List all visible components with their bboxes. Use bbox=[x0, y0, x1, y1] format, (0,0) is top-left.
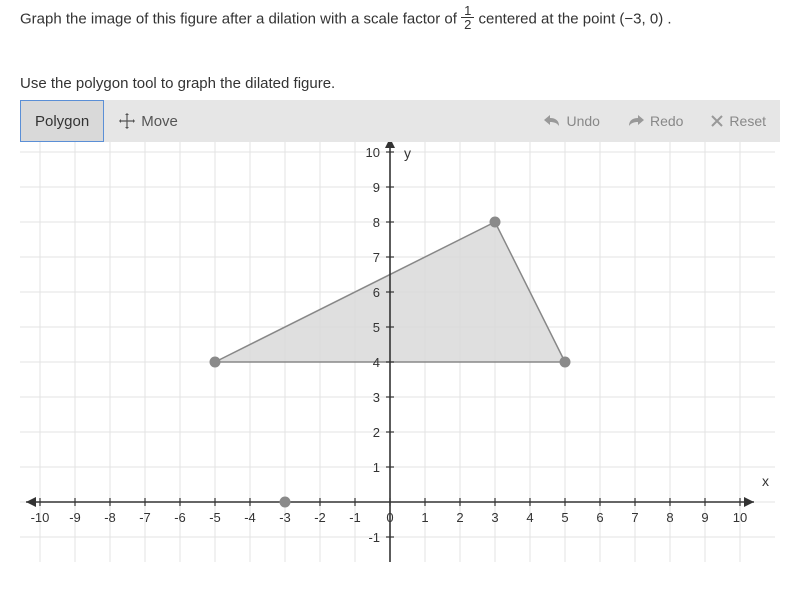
polygon-tool-button[interactable]: Polygon bbox=[20, 100, 104, 142]
reset-icon bbox=[711, 115, 723, 127]
x-tick-label: 6 bbox=[596, 510, 603, 525]
undo-button[interactable]: Undo bbox=[530, 100, 613, 142]
y-tick-label: 2 bbox=[373, 425, 380, 440]
y-tick-label: 5 bbox=[373, 320, 380, 335]
redo-label: Redo bbox=[650, 113, 683, 129]
y-tick-label: -1 bbox=[368, 530, 380, 545]
question-suffix: centered at the point (−3, 0) . bbox=[478, 10, 671, 27]
undo-icon bbox=[544, 115, 560, 127]
x-tick-label: 7 bbox=[631, 510, 638, 525]
fraction-numerator: 1 bbox=[461, 4, 474, 17]
x-tick-label: -8 bbox=[104, 510, 116, 525]
x-tick-label: 2 bbox=[456, 510, 463, 525]
question-text: Graph the image of this figure after a d… bbox=[20, 6, 780, 33]
instruction-text: Use the polygon tool to graph the dilate… bbox=[20, 75, 780, 92]
y-tick-label: 9 bbox=[373, 180, 380, 195]
dilation-center-point[interactable] bbox=[280, 497, 291, 508]
y-axis-label: y bbox=[404, 145, 411, 161]
y-tick-label: 8 bbox=[373, 215, 380, 230]
y-tick-label: 3 bbox=[373, 390, 380, 405]
x-tick-label: -3 bbox=[279, 510, 291, 525]
redo-icon bbox=[628, 115, 644, 127]
polygon-tool-label: Polygon bbox=[35, 113, 89, 130]
triangle-vertex[interactable] bbox=[560, 357, 571, 368]
x-tick-label: -7 bbox=[139, 510, 151, 525]
fraction-denominator: 2 bbox=[461, 17, 474, 31]
question-prefix: Graph the image of this figure after a d… bbox=[20, 10, 461, 27]
x-tick-label: -5 bbox=[209, 510, 221, 525]
undo-label: Undo bbox=[566, 113, 599, 129]
x-tick-label: -6 bbox=[174, 510, 186, 525]
move-tool-label: Move bbox=[141, 113, 178, 130]
x-tick-label: -10 bbox=[31, 510, 50, 525]
move-icon bbox=[119, 113, 135, 129]
y-tick-label: 10 bbox=[366, 145, 380, 160]
triangle-vertex[interactable] bbox=[490, 217, 501, 228]
x-tick-label: 9 bbox=[701, 510, 708, 525]
y-tick-label: 1 bbox=[373, 460, 380, 475]
x-tick-label: 10 bbox=[733, 510, 747, 525]
x-tick-label: 5 bbox=[561, 510, 568, 525]
move-tool-button[interactable]: Move bbox=[104, 100, 193, 142]
graph-area[interactable]: -10-9-8-7-6-5-4-3-2-1012345678910-3-2-11… bbox=[20, 142, 780, 562]
redo-button[interactable]: Redo bbox=[614, 100, 697, 142]
x-axis-label: x bbox=[762, 473, 769, 489]
triangle-vertex[interactable] bbox=[210, 357, 221, 368]
x-tick-label: -4 bbox=[244, 510, 256, 525]
y-tick-label: 7 bbox=[373, 250, 380, 265]
x-tick-label: -1 bbox=[349, 510, 361, 525]
x-tick-label: -9 bbox=[69, 510, 81, 525]
x-tick-label: 3 bbox=[491, 510, 498, 525]
reset-button[interactable]: Reset bbox=[697, 100, 780, 142]
fraction: 1 2 bbox=[461, 4, 474, 31]
x-tick-label: 1 bbox=[421, 510, 428, 525]
reset-label: Reset bbox=[729, 113, 766, 129]
x-tick-label: 0 bbox=[386, 510, 393, 525]
x-tick-label: 8 bbox=[666, 510, 673, 525]
y-tick-label: 4 bbox=[373, 355, 380, 370]
toolbar: Polygon Move Undo Redo Reset bbox=[20, 100, 780, 142]
x-tick-label: -2 bbox=[314, 510, 326, 525]
y-tick-label: 6 bbox=[373, 285, 380, 300]
x-tick-label: 4 bbox=[526, 510, 533, 525]
